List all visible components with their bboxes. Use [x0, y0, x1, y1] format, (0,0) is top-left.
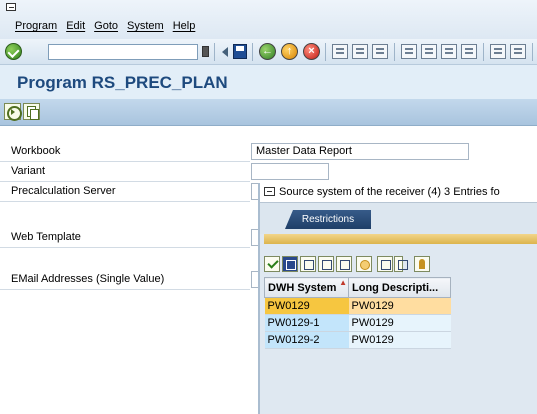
result-table: DWH System ▲ Long Descripti... PW0129 PW0…	[264, 277, 451, 349]
dwh-system-cell[interactable]: PW0129-2	[264, 331, 349, 349]
application-toolbar	[0, 99, 537, 126]
value-help-popup: Source system of the receiver (4) 3 Entr…	[258, 183, 537, 414]
info-icon[interactable]	[356, 256, 372, 272]
cancel-icon[interactable]	[282, 256, 298, 272]
menu-items: Program Edit Goto System Help	[15, 20, 204, 32]
field-divider	[0, 201, 250, 202]
toolbar-separator	[214, 43, 215, 61]
toolbar-separator	[483, 43, 484, 61]
menu-bar: Program Edit Goto System Help	[0, 0, 537, 39]
command-dropdown-icon[interactable]	[202, 46, 209, 57]
find-icon[interactable]	[300, 256, 316, 272]
exit-icon[interactable]: ↑	[281, 43, 298, 60]
field-divider	[0, 289, 250, 290]
find-next-icon[interactable]	[372, 44, 388, 59]
collapse-icon[interactable]	[222, 47, 228, 57]
popup-titlebar: Source system of the receiver (4) 3 Entr…	[260, 183, 537, 203]
table-row[interactable]: PW0129-2 PW0129	[264, 331, 451, 349]
tab-restrictions[interactable]: Restrictions	[285, 210, 371, 229]
toolbar-separator	[532, 43, 533, 61]
execute-icon[interactable]	[4, 103, 22, 121]
window-menu-icon[interactable]	[264, 187, 275, 196]
field-divider	[0, 247, 250, 248]
title-area: Program RS_PREC_PLAN	[0, 65, 537, 99]
last-page-icon[interactable]	[461, 44, 477, 59]
toolbar-separator	[252, 43, 253, 61]
next-page-icon[interactable]	[441, 44, 457, 59]
first-page-icon[interactable]	[401, 44, 417, 59]
popup-toolbar	[260, 254, 537, 276]
create-session-icon[interactable]	[490, 44, 506, 59]
standard-toolbar: ← ↑ ×	[0, 39, 537, 65]
column-header-label: Long Descripti...	[352, 281, 439, 294]
dwh-system-cell[interactable]: PW0129	[264, 297, 349, 315]
popup-tabstrip: Restrictions	[260, 203, 537, 234]
find-icon[interactable]	[352, 44, 368, 59]
cancel-icon[interactable]: ×	[303, 43, 320, 60]
table-header-row: DWH System ▲ Long Descripti...	[264, 277, 451, 298]
table-row[interactable]: PW0129 PW0129	[264, 297, 451, 315]
toolbar-separator	[394, 43, 395, 61]
print-icon[interactable]	[332, 44, 348, 59]
field-workbook: Workbook Master Data Report	[0, 142, 537, 162]
field-variant: Variant	[0, 162, 537, 182]
variant-input[interactable]	[251, 163, 329, 180]
popup-title: Source system of the receiver (4) 3 Entr…	[279, 186, 500, 198]
get-variant-icon[interactable]	[23, 103, 40, 120]
column-header-long-description[interactable]: Long Descripti...	[348, 277, 451, 298]
save-icon[interactable]	[233, 44, 247, 59]
menu-item-system[interactable]: System	[127, 20, 164, 32]
sort-ascending-icon: ▲	[339, 278, 347, 287]
menu-item-edit[interactable]: Edit	[66, 20, 85, 32]
description-cell[interactable]: PW0129	[348, 331, 451, 349]
previous-page-icon[interactable]	[421, 44, 437, 59]
description-cell[interactable]: PW0129	[348, 314, 451, 332]
print-icon[interactable]	[377, 256, 393, 272]
field-label: Precalculation Server	[11, 185, 116, 197]
shortcut-icon[interactable]	[510, 44, 526, 59]
description-cell[interactable]: PW0129	[348, 297, 451, 315]
column-header-dwh-system[interactable]: DWH System ▲	[264, 277, 349, 298]
table-row[interactable]: PW0129-1 PW0129	[264, 314, 451, 332]
field-label: Workbook	[11, 145, 61, 157]
restrictions-panel	[264, 234, 537, 244]
field-label: EMail Addresses (Single Value)	[11, 273, 165, 285]
field-label: Variant	[11, 165, 46, 177]
menu-item-program[interactable]: Program	[15, 20, 57, 32]
toolbar-separator	[325, 43, 326, 61]
accept-icon[interactable]	[264, 256, 280, 272]
menu-item-help[interactable]: Help	[173, 20, 196, 32]
window-menu-icon[interactable]	[6, 3, 16, 11]
field-label: Web Template	[11, 231, 81, 243]
enter-icon[interactable]	[5, 43, 22, 60]
command-field[interactable]	[48, 44, 198, 60]
personal-list-icon[interactable]	[414, 256, 430, 272]
menu-item-goto[interactable]: Goto	[94, 20, 118, 32]
find-next-icon[interactable]	[318, 256, 334, 272]
back-icon[interactable]: ←	[259, 43, 276, 60]
column-header-label: DWH System	[268, 281, 337, 294]
dropdown-icon[interactable]	[394, 256, 408, 272]
workbook-input[interactable]: Master Data Report	[251, 143, 469, 160]
filter-icon[interactable]	[336, 256, 352, 272]
dwh-system-cell[interactable]: PW0129-1	[264, 314, 349, 332]
page-title: Program RS_PREC_PLAN	[17, 73, 228, 92]
